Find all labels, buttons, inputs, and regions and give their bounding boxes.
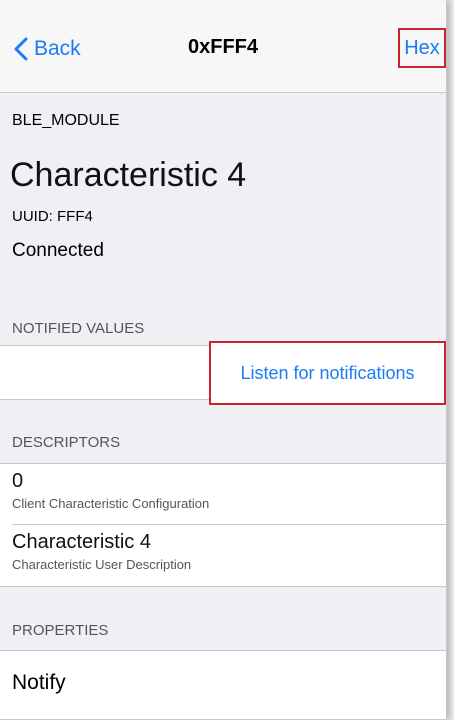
descriptor-item[interactable]: 0 Client Characteristic Configuration [12,470,209,511]
characteristic-uuid: UUID: FFF4 [12,208,93,225]
listen-for-notifications-button[interactable]: Listen for notifications [209,341,446,405]
properties-header: PROPERTIES [12,622,109,639]
descriptors-header: DESCRIPTORS [12,434,121,451]
descriptor-description: Client Characteristic Configuration [12,496,210,511]
descriptor-description: Characteristic User Description [12,557,192,572]
hex-button[interactable]: Hex [398,28,446,68]
app-screen: Back 0xFFF4 Hex BLE_MODULE Characteristi… [0,0,447,720]
descriptor-value: 0 [12,470,24,492]
navigation-bar: Back 0xFFF4 Hex [0,0,446,93]
properties-list: Notify [0,650,446,720]
page-title: 0xFFF4 [187,36,259,58]
descriptor-item[interactable]: Characteristic 4 Characteristic User Des… [12,531,191,572]
descriptors-list: 0 Client Characteristic Configuration Ch… [0,463,446,587]
descriptor-value: Characteristic 4 [12,531,151,553]
device-name: BLE_MODULE [12,112,120,129]
characteristic-title: Characteristic 4 [10,156,247,194]
connection-status: Connected [12,240,104,261]
property-item: Notify [12,671,66,694]
notified-values-header: NOTIFIED VALUES [12,320,145,337]
divider [12,524,446,525]
